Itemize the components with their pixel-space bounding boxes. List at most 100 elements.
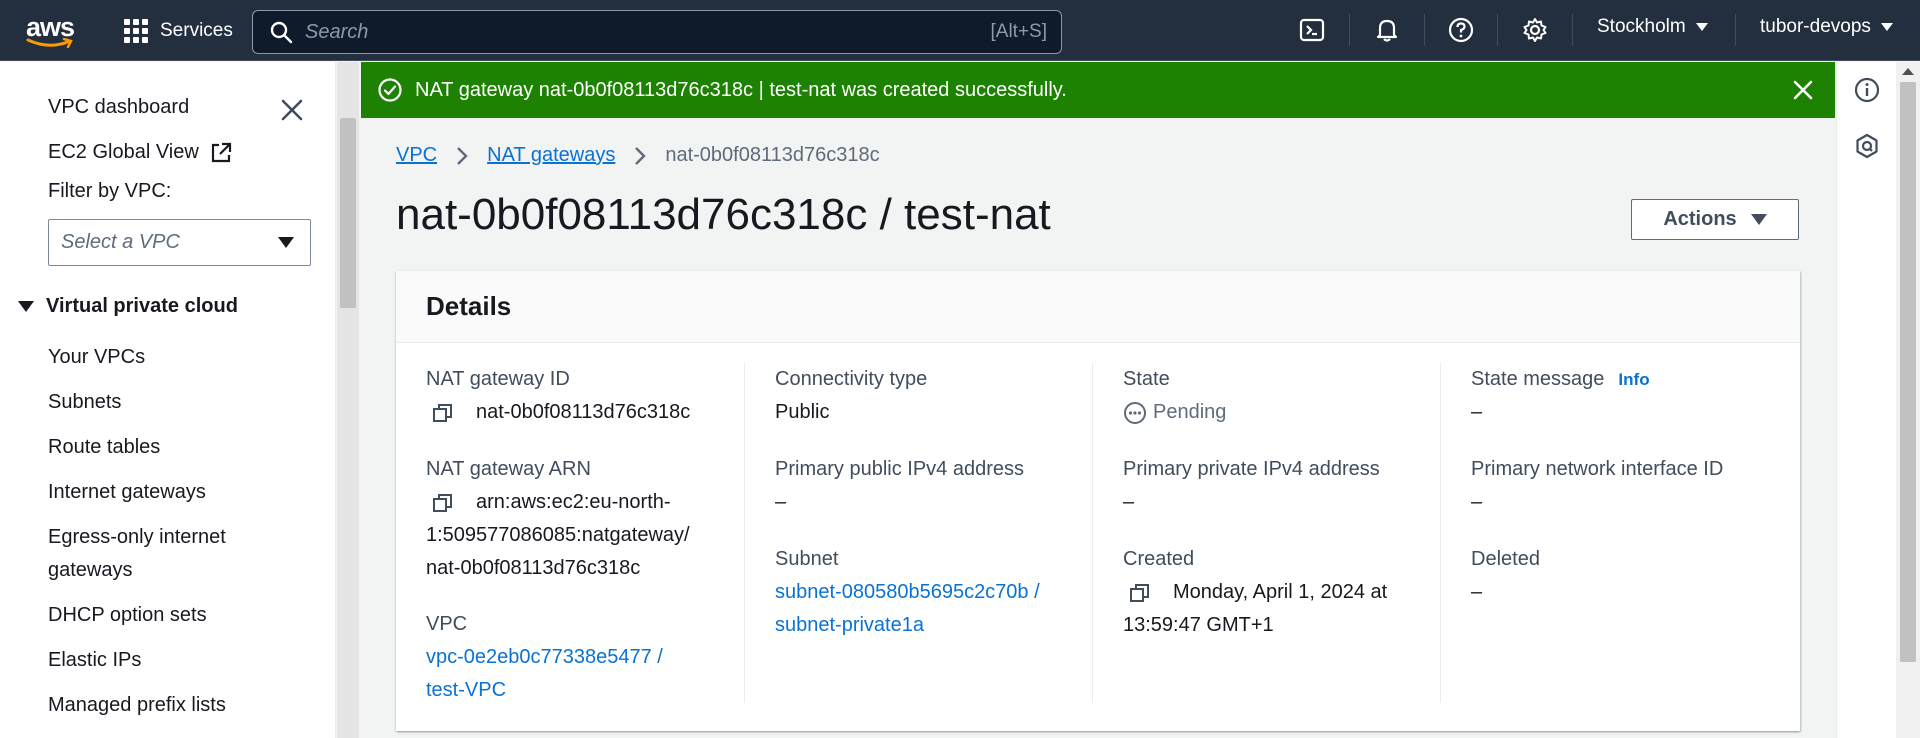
top-navigation: aws Services [Alt+S] xyxy=(0,0,1920,61)
details-panel: Details NAT gateway ID nat-0b0f08113d76c… xyxy=(396,271,1800,731)
created-value-line2: 13:59:47 GMT+1 xyxy=(1123,614,1274,636)
nat-gateway-arn-value-line3: nat-0b0f08113d76c318c xyxy=(426,557,641,579)
field-nat-gateway-id: NAT gateway ID nat-0b0f08113d76c318c xyxy=(426,363,726,429)
field-state: State Pending xyxy=(1123,363,1423,429)
close-sidebar-icon[interactable] xyxy=(278,96,306,124)
details-column-4: State message Info – Primary network inte… xyxy=(1440,363,1788,703)
info-link[interactable]: Info xyxy=(1618,370,1649,389)
sidebar-item-vpc-dashboard[interactable]: VPC dashboard xyxy=(48,91,189,124)
scrollbar-thumb[interactable] xyxy=(340,118,356,308)
section-virtual-private-cloud[interactable]: Virtual private cloud xyxy=(18,295,238,318)
field-label: VPC xyxy=(426,613,468,635)
sidebar-item-egress-only-internet-gateways[interactable]: Egress-only internet gateways xyxy=(48,521,288,587)
nat-gateway-arn-value-line2: 1:509577086085:natgateway/ xyxy=(426,524,690,546)
sidebar: VPC dashboard EC2 Global View Filter by … xyxy=(0,62,336,738)
caret-down-icon xyxy=(1880,23,1893,31)
field-primary-private-ipv4: Primary private IPv4 address – xyxy=(1123,453,1423,519)
copy-icon[interactable] xyxy=(432,396,462,429)
subnet-link-line2[interactable]: subnet-private1a xyxy=(775,609,1075,642)
grid-icon xyxy=(124,19,148,43)
success-flash-banner: NAT gateway nat-0b0f08113d76c318c | test… xyxy=(361,62,1835,118)
section-title: Virtual private cloud xyxy=(46,295,238,317)
scroll-up-arrow-icon[interactable] xyxy=(1902,68,1914,75)
breadcrumb-link-nat-gateways[interactable]: NAT gateways xyxy=(487,144,615,167)
vpc-link[interactable]: vpc-0e2eb0c77338e5477 / xyxy=(426,641,726,674)
nav-divider xyxy=(1572,14,1573,46)
caret-down-icon xyxy=(18,301,34,312)
main-scrollbar[interactable] xyxy=(1896,62,1920,738)
sidebar-item-elastic-ips[interactable]: Elastic IPs xyxy=(48,644,141,677)
copy-icon[interactable] xyxy=(1129,576,1159,609)
gear-icon[interactable] xyxy=(1519,14,1551,46)
search-icon xyxy=(270,21,293,44)
field-nat-gateway-arn: NAT gateway ARN arn:aws:ec2:eu-north- 1:… xyxy=(426,453,726,585)
services-button[interactable]: Services xyxy=(124,14,233,48)
search-input[interactable] xyxy=(305,20,945,44)
aws-smile-icon xyxy=(26,38,73,48)
search-box[interactable]: [Alt+S] xyxy=(252,10,1062,54)
actions-label: Actions xyxy=(1663,208,1737,230)
help-icon[interactable] xyxy=(1445,14,1477,46)
field-state-message: State message Info – xyxy=(1471,363,1771,429)
aws-logo[interactable]: aws xyxy=(24,12,76,48)
right-rail xyxy=(1836,62,1896,738)
field-label: Deleted xyxy=(1471,548,1540,570)
external-link-icon xyxy=(211,142,231,162)
primary-eni-value: – xyxy=(1471,491,1483,513)
state-message-label: State message xyxy=(1471,368,1605,390)
field-label: Connectivity type xyxy=(775,368,928,390)
breadcrumb: VPC NAT gateways nat-0b0f08113d76c318c xyxy=(396,144,880,167)
amazon-q-icon[interactable] xyxy=(1853,132,1881,160)
region-label: Stockholm xyxy=(1597,16,1686,37)
field-primary-network-interface-id: Primary network interface ID – xyxy=(1471,453,1771,519)
field-created: Created Monday, April 1, 2024 at 13:59:4… xyxy=(1123,543,1423,642)
region-selector[interactable]: Stockholm xyxy=(1597,16,1708,38)
sidebar-scrollbar[interactable] xyxy=(337,62,359,738)
vpc-filter-placeholder: Select a VPC xyxy=(61,231,180,253)
nav-divider xyxy=(1497,14,1498,46)
field-label: Primary network interface ID xyxy=(1471,458,1724,480)
scrollbar-thumb[interactable] xyxy=(1900,82,1916,662)
field-label: Created xyxy=(1123,548,1195,570)
account-menu[interactable]: tubor-devops xyxy=(1760,16,1893,38)
info-icon[interactable] xyxy=(1853,76,1881,104)
created-value: Monday, April 1, 2024 at xyxy=(1173,581,1388,603)
vpc-link-line2[interactable]: test-VPC xyxy=(426,674,726,707)
dismiss-flash-icon[interactable] xyxy=(1789,76,1817,104)
sidebar-item-subnets[interactable]: Subnets xyxy=(48,386,121,419)
bell-icon[interactable] xyxy=(1371,14,1403,46)
nat-gateway-arn-value: arn:aws:ec2:eu-north- xyxy=(476,491,671,513)
field-primary-public-ipv4: Primary public IPv4 address – xyxy=(775,453,1075,519)
copy-icon[interactable] xyxy=(432,486,462,519)
search-shortcut-hint: [Alt+S] xyxy=(990,21,1048,42)
caret-down-icon xyxy=(1695,23,1708,31)
primary-private-ipv4-value: – xyxy=(1123,491,1135,513)
field-label: NAT gateway ID xyxy=(426,368,570,390)
primary-public-ipv4-value: – xyxy=(775,491,787,513)
cloudshell-icon[interactable] xyxy=(1296,14,1328,46)
breadcrumb-link-vpc[interactable]: VPC xyxy=(396,144,437,167)
account-label: tubor-devops xyxy=(1760,16,1871,37)
success-check-icon xyxy=(378,78,402,102)
sidebar-item-dhcp-option-sets[interactable]: DHCP option sets xyxy=(48,599,207,632)
subnet-link[interactable]: subnet-080580b5695c2c70b / xyxy=(775,576,1075,609)
field-subnet: Subnet subnet-080580b5695c2c70b / subnet… xyxy=(775,543,1075,642)
sidebar-item-managed-prefix-lists[interactable]: Managed prefix lists xyxy=(48,689,226,722)
field-label: Subnet xyxy=(775,548,839,570)
breadcrumb-current: nat-0b0f08113d76c318c xyxy=(665,144,880,166)
sidebar-item-ec2-global-view[interactable]: EC2 Global View xyxy=(48,136,233,169)
details-column-3: State Pending Primary private IPv4 addre… xyxy=(1092,363,1440,703)
deleted-value: – xyxy=(1471,581,1483,603)
vpc-filter-select[interactable]: Select a VPC xyxy=(48,219,311,266)
actions-button[interactable]: Actions xyxy=(1631,199,1799,240)
caret-down-icon xyxy=(1750,214,1767,225)
field-vpc: VPC vpc-0e2eb0c77338e5477 / test-VPC xyxy=(426,608,726,707)
caret-down-icon xyxy=(278,237,294,248)
details-column-2: Connectivity type Public Primary public … xyxy=(744,363,1092,703)
sidebar-item-route-tables[interactable]: Route tables xyxy=(48,431,160,464)
sidebar-item-label: EC2 Global View xyxy=(48,141,199,163)
details-heading: Details xyxy=(426,291,512,321)
sidebar-item-your-vpcs[interactable]: Your VPCs xyxy=(48,341,145,374)
sidebar-item-internet-gateways[interactable]: Internet gateways xyxy=(48,476,206,509)
page-title: nat-0b0f08113d76c318c / test-nat xyxy=(396,190,1051,239)
